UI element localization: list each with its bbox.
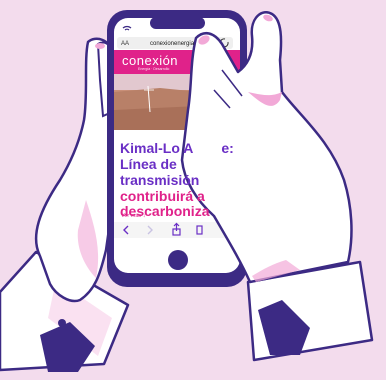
text-size-button[interactable]: AA xyxy=(121,41,129,47)
read-more-link[interactable]: Ver más ↓ xyxy=(121,213,145,219)
site-logo[interactable]: conexión xyxy=(122,53,178,68)
left-cuff-button xyxy=(58,319,66,327)
url-host: conexionenergia xyxy=(150,41,195,47)
left-thumb-nail xyxy=(95,43,105,49)
home-button[interactable] xyxy=(168,250,188,270)
headline-line-4[interactable]: contribuirá a xyxy=(120,188,205,204)
notch xyxy=(150,17,205,29)
site-tagline: Energía · Desarrollo xyxy=(138,67,170,71)
headline-line-2[interactable]: Línea de xyxy=(120,156,177,172)
right-cuff-button xyxy=(264,309,272,317)
headline-line-3[interactable]: transmisión xyxy=(120,172,199,188)
headline-line-1[interactable]: Kimal-Lo Ae: xyxy=(120,140,234,156)
